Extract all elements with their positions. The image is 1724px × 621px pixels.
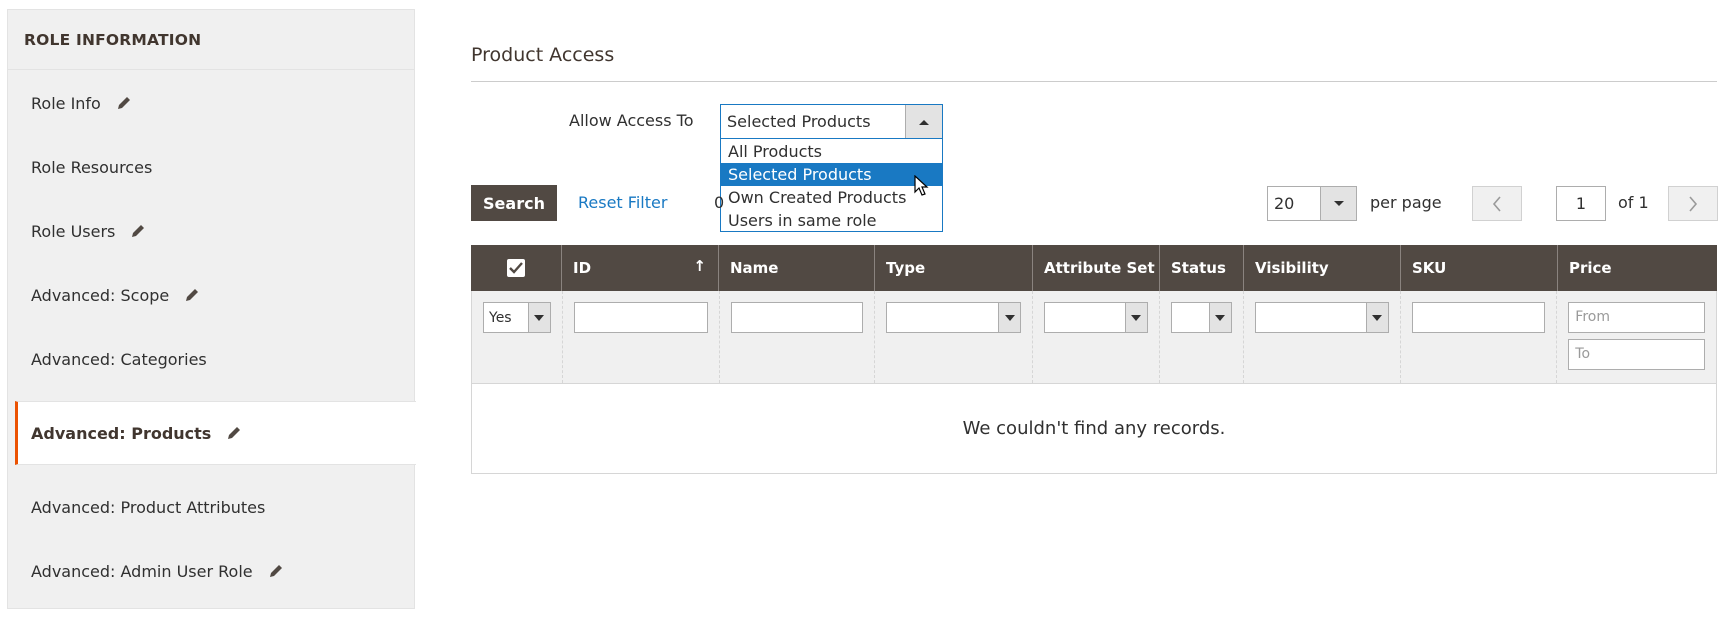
chevron-down-icon: [1365, 303, 1388, 332]
filter-visibility-select[interactable]: [1254, 302, 1389, 333]
sidebar-item-role-info[interactable]: Role Info: [8, 71, 416, 135]
column-header-label: Name: [730, 259, 779, 277]
chevron-down-icon: [1208, 303, 1231, 332]
allow-access-select[interactable]: Selected Products: [720, 104, 943, 139]
sidebar-item-advanced-products[interactable]: Advanced: Products: [15, 401, 416, 465]
chevron-down-icon: [527, 303, 550, 332]
filter-price-from-input[interactable]: From: [1568, 302, 1706, 333]
chevron-down-icon[interactable]: [1320, 187, 1356, 220]
pencil-icon: [117, 97, 130, 109]
sidebar-item-label: Role Users: [31, 221, 116, 241]
column-header-label: Attribute Set: [1044, 259, 1155, 277]
filter-type-select[interactable]: [886, 302, 1022, 333]
checkbox-checked-icon[interactable]: [507, 259, 525, 277]
per-page-label: per page: [1370, 193, 1442, 212]
column-header-type[interactable]: Type: [875, 245, 1033, 291]
column-header-select[interactable]: [471, 245, 562, 291]
column-header-status[interactable]: Status: [1160, 245, 1244, 291]
filter-type-cell: [875, 291, 1034, 383]
sidebar-item-label: Advanced: Admin User Role: [31, 561, 253, 581]
records-count: 0: [714, 193, 725, 212]
sidebar-item-advanced-scope[interactable]: Advanced: Scope: [8, 263, 416, 327]
allow-access-selected-value: Selected Products: [727, 112, 871, 131]
column-header-label: Type: [886, 259, 926, 277]
sidebar-item-label: Advanced: Categories: [31, 349, 207, 369]
reset-filter-link[interactable]: Reset Filter: [578, 193, 667, 212]
sidebar-title: ROLE INFORMATION: [8, 10, 414, 70]
column-header-visibility[interactable]: Visibility: [1244, 245, 1401, 291]
chevron-left-icon: [1492, 195, 1501, 212]
filter-in-products-select[interactable]: Yes: [483, 302, 551, 333]
column-header-label: Price: [1569, 259, 1612, 277]
grid-filter-row: Yes From To: [471, 291, 1717, 383]
chevron-down-icon: [1124, 303, 1147, 332]
page-of-label: of 1: [1618, 193, 1649, 212]
column-header-sku[interactable]: SKU: [1401, 245, 1558, 291]
sidebar-item-label: Advanced: Products: [31, 423, 212, 443]
pencil-icon: [132, 225, 145, 237]
filter-status-select[interactable]: [1170, 302, 1232, 333]
column-header-label: SKU: [1412, 259, 1447, 277]
column-header-name[interactable]: Name: [719, 245, 875, 291]
pencil-icon: [186, 289, 199, 301]
column-header-price[interactable]: Price: [1558, 245, 1717, 291]
sort-ascending-icon: ↑: [693, 257, 706, 275]
filter-name-cell: [720, 291, 876, 383]
column-header-id[interactable]: ID ↑: [562, 245, 719, 291]
section-title: Product Access: [471, 44, 615, 66]
chevron-right-icon: [1689, 195, 1698, 212]
filter-attribute-set-cell: [1033, 291, 1160, 383]
option-own-created-products[interactable]: Own Created Products: [721, 186, 942, 209]
page-number-input[interactable]: 1: [1556, 186, 1606, 221]
filter-price-cell: From To: [1557, 291, 1716, 383]
filter-sku-input[interactable]: [1411, 302, 1546, 333]
column-header-label: Status: [1171, 259, 1226, 277]
pencil-icon: [269, 565, 282, 577]
option-users-in-same-role[interactable]: Users in same role: [721, 209, 942, 232]
column-header-label: ID: [573, 259, 592, 277]
filter-in-products-cell: Yes: [472, 291, 563, 383]
filter-visibility-cell: [1244, 291, 1401, 383]
section-divider: [471, 81, 1717, 82]
allow-access-label: Allow Access To: [569, 111, 694, 130]
grid-empty-message: We couldn't find any records.: [471, 383, 1717, 474]
sidebar-item-advanced-product-attributes[interactable]: Advanced: Product Attributes: [8, 475, 416, 539]
sidebar-item-role-users[interactable]: Role Users: [8, 199, 416, 263]
per-page-select[interactable]: 20: [1267, 186, 1357, 221]
chevron-up-icon[interactable]: [905, 105, 942, 138]
column-header-attribute-set[interactable]: Attribute Set: [1033, 245, 1160, 291]
sidebar-item-label: Role Resources: [31, 157, 153, 177]
filter-attribute-set-select[interactable]: [1044, 302, 1148, 333]
role-information-sidebar: ROLE INFORMATION Role Info Role Resource…: [7, 9, 416, 609]
sidebar-item-advanced-categories[interactable]: Advanced: Categories: [8, 327, 416, 391]
previous-page-button[interactable]: [1472, 186, 1522, 221]
sidebar-item-advanced-admin-user-role[interactable]: Advanced: Admin User Role: [8, 539, 416, 603]
search-button[interactable]: Search: [471, 185, 557, 221]
grid-header-row: ID ↑ Name Type Attribute Set Status Visi…: [471, 245, 1717, 291]
filter-name-input[interactable]: [730, 302, 864, 333]
filter-status-cell: [1160, 291, 1244, 383]
option-all-products[interactable]: All Products: [721, 140, 942, 163]
per-page-value: 20: [1274, 194, 1295, 213]
filter-sku-cell: [1401, 291, 1558, 383]
chevron-down-icon: [998, 303, 1021, 332]
products-grid: ID ↑ Name Type Attribute Set Status Visi…: [471, 245, 1717, 474]
filter-id-cell: [563, 291, 720, 383]
mouse-cursor-icon: [914, 175, 929, 196]
filter-id-input[interactable]: [573, 302, 708, 333]
filter-in-products-value: Yes: [489, 309, 512, 326]
filter-price-to-input[interactable]: To: [1568, 339, 1706, 370]
sidebar-item-label: Advanced: Scope: [31, 285, 170, 305]
column-header-label: Visibility: [1255, 259, 1329, 277]
sidebar-item-label: Advanced: Product Attributes: [31, 497, 266, 517]
next-page-button[interactable]: [1668, 186, 1718, 221]
allow-access-dropdown: All Products Selected Products Own Creat…: [720, 139, 943, 232]
pencil-icon: [228, 427, 241, 439]
sidebar-item-label: Role Info: [31, 93, 101, 113]
sidebar-item-role-resources[interactable]: Role Resources: [8, 135, 416, 199]
option-selected-products[interactable]: Selected Products: [721, 163, 942, 186]
